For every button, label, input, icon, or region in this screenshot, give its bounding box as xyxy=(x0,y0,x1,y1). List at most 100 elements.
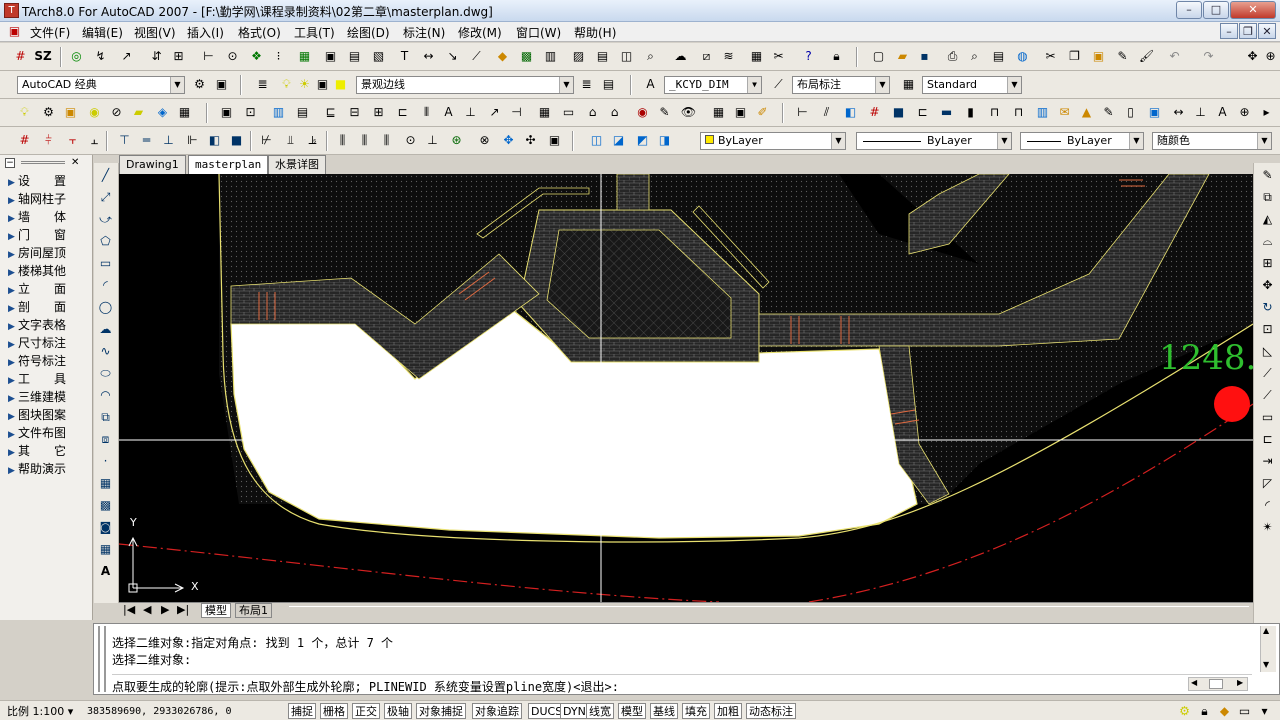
panel-item-section[interactable]: ▶ 剖 面 xyxy=(8,298,92,316)
menu-window[interactable]: 窗口(W) xyxy=(516,24,561,41)
polyline-icon[interactable]: ⤻ xyxy=(97,211,114,228)
wall-edit-icon[interactable]: ▮ xyxy=(962,104,979,121)
menu-format[interactable]: 格式(O) xyxy=(238,24,281,41)
tab-masterplan[interactable]: masterplan xyxy=(188,155,269,174)
textstyle-select[interactable]: Standard ▼ xyxy=(922,76,1022,94)
table-tool-icon[interactable]: ▦ xyxy=(536,104,553,121)
minimize-button[interactable]: – xyxy=(1176,1,1202,19)
column-align-icon[interactable]: ◧ xyxy=(206,132,223,149)
horizontal-scrollbar[interactable] xyxy=(289,606,1249,616)
ellipse-arc-icon[interactable]: ◠ xyxy=(97,387,114,404)
dimension-tool-icon[interactable]: ↔ xyxy=(420,48,437,65)
toggle-dyn-dim[interactable]: 动态标注 xyxy=(746,703,796,719)
ruler-icon[interactable]: ✐ xyxy=(754,104,771,121)
text-tool-icon[interactable]: T xyxy=(396,48,413,65)
menu-file[interactable]: 文件(F) xyxy=(30,24,70,41)
axis-delete-icon[interactable]: ⫠ xyxy=(86,132,103,149)
axis-mark-icon[interactable]: ⫩ xyxy=(40,132,57,149)
make-block-icon[interactable]: ⧈ xyxy=(97,431,114,448)
revcloud-icon[interactable]: ☁ xyxy=(97,321,114,338)
wall-fill-icon[interactable]: ▬ xyxy=(938,104,955,121)
paste-icon[interactable]: ▣ xyxy=(1090,48,1107,65)
dim-edit-icon[interactable]: ↔ xyxy=(1170,104,1187,121)
panel-item-axis[interactable]: ▶ 轴网柱子 xyxy=(8,190,92,208)
dim-aligned-icon[interactable]: ⫽ xyxy=(818,104,835,121)
tray-settings-icon[interactable]: ⚙ xyxy=(1176,703,1193,720)
stair-icon[interactable]: ⊏ xyxy=(394,104,411,121)
drawing-canvas[interactable]: 1248. Y X xyxy=(119,174,1253,602)
maximize-button[interactable]: □ xyxy=(1203,1,1229,19)
grip-icon[interactable] xyxy=(21,161,65,164)
elevation-icon[interactable]: ⫴ xyxy=(418,104,435,121)
print-icon[interactable]: ⎙ xyxy=(944,48,961,65)
hatch-icon[interactable]: ▩ xyxy=(518,48,535,65)
copy-icon[interactable]: ❐ xyxy=(1066,48,1083,65)
doc-minimize-button[interactable]: – xyxy=(1220,23,1238,39)
menu-help[interactable]: 帮助(H) xyxy=(574,24,616,41)
axis-number-icon[interactable]: # xyxy=(866,104,883,121)
toggle-osnap[interactable]: 对象捕捉 xyxy=(416,703,466,719)
column-edge-icon[interactable]: ⊥ xyxy=(160,132,177,149)
door-edit-icon[interactable]: ⊓ xyxy=(1010,104,1027,121)
break-icon[interactable]: ⧄ xyxy=(698,48,715,65)
layer-color-icon[interactable]: ■ xyxy=(332,76,349,93)
panel-item-door[interactable]: ▶ 门 窗 xyxy=(8,226,92,244)
toggle-snap[interactable]: 捕捉 xyxy=(288,703,316,719)
explode-icon[interactable]: ✴ xyxy=(1259,519,1276,536)
column-icon[interactable]: ▥ xyxy=(270,104,287,121)
layer-state-icon[interactable]: ◉ xyxy=(86,104,103,121)
linetype-select[interactable]: ByLayer ▼ xyxy=(856,132,1012,150)
menu-draw[interactable]: 绘图(D) xyxy=(347,24,390,41)
open-file-icon[interactable]: ▰ xyxy=(894,48,911,65)
move-tool-icon[interactable]: ⊗ xyxy=(476,132,493,149)
panel-item-room[interactable]: ▶ 房间屋顶 xyxy=(8,244,92,262)
panel-item-3d[interactable]: ▶ 三维建模 xyxy=(8,388,92,406)
toggle-baseline[interactable]: 基线 xyxy=(650,703,678,719)
redo-icon[interactable]: ↷ xyxy=(1200,48,1217,65)
array-object-icon[interactable]: ⊞ xyxy=(1259,255,1276,272)
wall-offset-icon[interactable]: ⫡ xyxy=(304,132,321,149)
align-icon[interactable]: ⊥ xyxy=(1192,104,1209,121)
make-current-icon[interactable]: ▤ xyxy=(600,76,617,93)
mtext-icon[interactable]: A xyxy=(97,563,114,580)
opening-edit-icon[interactable]: ⫼ xyxy=(378,132,395,149)
annotate-icon[interactable]: A xyxy=(440,104,457,121)
layer-on-icon[interactable]: 💡︎ xyxy=(278,76,295,93)
tab-drawing1[interactable]: Drawing1 xyxy=(119,155,186,174)
scroll-thumb[interactable] xyxy=(1209,679,1223,689)
next-layout-button[interactable]: ▶ xyxy=(161,603,169,618)
ellipse-icon[interactable]: ⬭ xyxy=(97,365,114,382)
grid-icon[interactable]: # xyxy=(12,48,29,65)
fillet-icon[interactable]: ◜ xyxy=(1259,497,1276,514)
book-icon[interactable]: ▯ xyxy=(1122,104,1139,121)
line-pattern-icon[interactable]: ≋ xyxy=(720,48,737,65)
table-style-icon[interactable]: ▦ xyxy=(900,76,917,93)
column-edit-icon[interactable]: ⊩ xyxy=(184,132,201,149)
rotate-icon[interactable]: ↻ xyxy=(1259,299,1276,316)
ortho-icon[interactable]: ⊢ xyxy=(200,48,217,65)
layer-previous-icon[interactable]: ≣ xyxy=(578,76,595,93)
door-icon[interactable]: ⊑ xyxy=(322,104,339,121)
command-scrollbar[interactable]: ▲ ▼ xyxy=(1260,626,1276,672)
lock-icon[interactable]: 🔒︎ xyxy=(828,48,845,65)
edit-icon[interactable]: ✎ xyxy=(656,104,673,121)
last-layout-button[interactable]: ▶| xyxy=(177,603,189,618)
move-object-icon[interactable]: ✥ xyxy=(1259,277,1276,294)
wall-draw-icon[interactable]: ⊬ xyxy=(258,132,275,149)
dim-linear-icon[interactable]: ⊢ xyxy=(794,104,811,121)
panel-item-symbol[interactable]: ▶ 符号标注 xyxy=(8,352,92,370)
house-icon[interactable]: ⌂ xyxy=(584,104,601,121)
panel-item-tools[interactable]: ▶ 工 具 xyxy=(8,370,92,388)
offset-icon[interactable]: ⌓ xyxy=(1259,233,1276,250)
wall-single-icon[interactable]: ⫫ xyxy=(282,132,299,149)
layer-manager-icon[interactable]: ≣ xyxy=(254,76,271,93)
bulb-icon[interactable]: 💡︎ xyxy=(16,104,33,121)
line-icon[interactable]: ╱ xyxy=(97,167,114,184)
scroll-down-icon[interactable]: ▼ xyxy=(1263,660,1269,669)
window-list-icon[interactable]: ▥ xyxy=(1034,104,1051,121)
menu-modify[interactable]: 修改(M) xyxy=(458,24,502,41)
tray-menu-icon[interactable]: ▾ xyxy=(1256,703,1273,720)
panel-item-wall[interactable]: ▶ 墙 体 xyxy=(8,208,92,226)
scale-object-icon[interactable]: ⊡ xyxy=(1259,321,1276,338)
panel-item-blocks[interactable]: ▶ 图块图案 xyxy=(8,406,92,424)
